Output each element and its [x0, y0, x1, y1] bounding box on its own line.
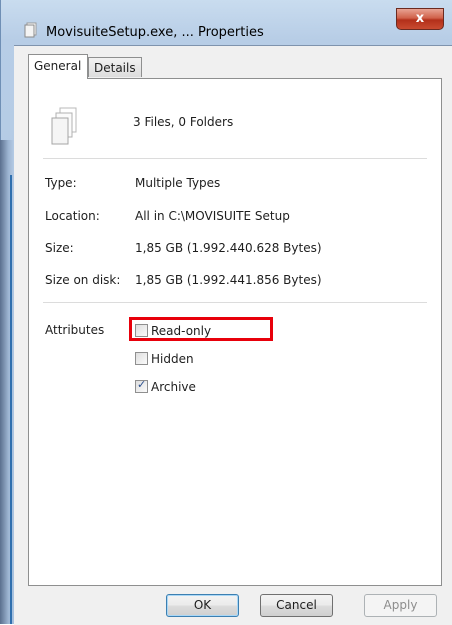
separator	[43, 158, 427, 159]
tab-details[interactable]: Details	[88, 57, 142, 77]
type-label: Type:	[45, 176, 77, 190]
file-icon	[24, 22, 37, 38]
attributes-label: Attributes	[45, 323, 105, 337]
selection-summary: 3 Files, 0 Folders	[133, 115, 234, 129]
window-title: MovisuiteSetup.exe, ... Properties	[46, 25, 264, 40]
archive-checkbox-row[interactable]: Archive	[135, 378, 196, 396]
size-on-disk-label: Size on disk:	[45, 273, 121, 287]
hidden-checkbox[interactable]	[135, 352, 148, 365]
ok-button[interactable]: OK	[166, 594, 239, 617]
location-label: Location:	[45, 209, 100, 223]
general-tab-panel: 3 Files, 0 Folders Type: Multiple Types …	[28, 78, 442, 586]
separator	[43, 302, 427, 303]
hidden-checkbox-row[interactable]: Hidden	[135, 352, 194, 368]
archive-label: Archive	[151, 380, 196, 394]
close-button[interactable]: x	[396, 8, 444, 30]
read-only-highlight-box	[129, 317, 273, 341]
size-value: 1,85 GB (1.992.440.628 Bytes)	[135, 241, 322, 255]
multiple-files-icon	[51, 107, 77, 145]
tab-general[interactable]: General	[28, 54, 88, 79]
apply-button[interactable]: Apply	[364, 594, 437, 617]
hidden-label: Hidden	[151, 352, 194, 366]
size-on-disk-value: 1,85 GB (1.992.441.856 Bytes)	[135, 273, 322, 287]
size-label: Size:	[45, 241, 74, 255]
type-value: Multiple Types	[135, 176, 221, 190]
title-bar[interactable]: MovisuiteSetup.exe, ... Properties x	[14, 8, 452, 44]
cancel-button[interactable]: Cancel	[260, 594, 333, 617]
location-value: All in C:\MOVISUITE Setup	[135, 209, 290, 223]
close-icon: x	[415, 11, 425, 26]
dialog-client-area: General Details 3 Files, 0 Folders Type:…	[14, 45, 452, 625]
background-window-accent	[10, 175, 12, 624]
archive-checkbox[interactable]	[135, 378, 148, 393]
